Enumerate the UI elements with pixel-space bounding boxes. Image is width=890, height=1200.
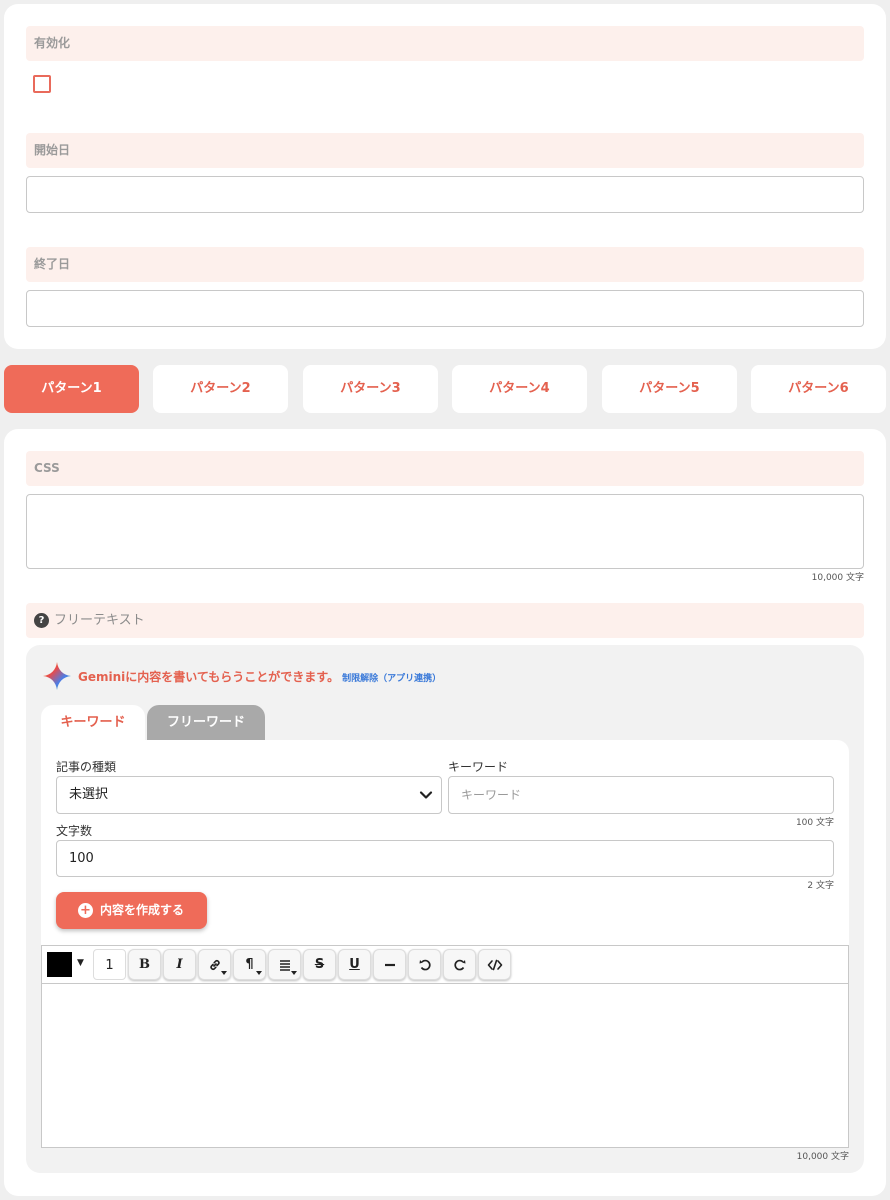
- end-date-input[interactable]: [26, 290, 864, 327]
- link-icon[interactable]: [198, 949, 231, 980]
- gemini-panel: Geminiに内容を書いてもらうことができます。 制限解除（アプリ連携） キーワー…: [26, 645, 864, 1173]
- horizontal-rule-icon[interactable]: [373, 949, 406, 980]
- code-icon[interactable]: [478, 949, 511, 980]
- text-color-swatch[interactable]: [47, 952, 72, 977]
- paragraph-icon[interactable]: ¶: [233, 949, 266, 980]
- underline-icon[interactable]: U: [338, 949, 371, 980]
- keyword-generator-form: 記事の種類 未選択 キーワード キーワード 100 文字 文字数 100 2 文…: [41, 740, 849, 945]
- gemini-message: Geminiに内容を書いてもらうことができます。 制限解除（アプリ連携）: [78, 668, 441, 685]
- tab-pattern-2[interactable]: パターン2: [153, 365, 288, 413]
- tab-pattern-3[interactable]: パターン3: [303, 365, 438, 413]
- create-content-button[interactable]: + 内容を作成する: [56, 892, 207, 929]
- start-date-input[interactable]: [26, 176, 864, 213]
- unlock-limit-link[interactable]: 制限解除（アプリ連携）: [342, 674, 441, 684]
- free-text-label: ? フリーテキスト: [26, 603, 864, 638]
- bold-icon[interactable]: B: [128, 949, 161, 980]
- tab-pattern-4[interactable]: パターン4: [452, 365, 587, 413]
- css-textarea[interactable]: [26, 494, 864, 569]
- strikethrough-icon[interactable]: S: [303, 949, 336, 980]
- css-label: CSS: [26, 451, 864, 486]
- end-date-label: 終了日: [26, 247, 864, 282]
- start-date-label: 開始日: [26, 133, 864, 168]
- italic-icon[interactable]: I: [163, 949, 196, 980]
- tab-pattern-1[interactable]: パターン1: [4, 365, 139, 413]
- rich-text-editor[interactable]: [41, 983, 849, 1148]
- tab-pattern-6[interactable]: パターン6: [751, 365, 886, 413]
- create-content-label: 内容を作成する: [100, 903, 185, 917]
- article-type-value: 未選択: [69, 787, 109, 802]
- char-count-label: 文字数: [56, 824, 93, 838]
- article-type-select[interactable]: 未選択: [56, 776, 442, 814]
- color-dropdown-icon[interactable]: ▼: [77, 958, 84, 968]
- editor-toolbar: ▼ 1 B I ¶ S U: [41, 945, 849, 984]
- free-text-label-text: フリーテキスト: [54, 613, 145, 628]
- tab-freeword[interactable]: フリーワード: [147, 705, 265, 740]
- char-count-counter: 2 文字: [807, 881, 834, 891]
- undo-icon[interactable]: [408, 949, 441, 980]
- font-size-input[interactable]: 1: [93, 949, 126, 980]
- redo-icon[interactable]: [443, 949, 476, 980]
- css-char-counter: 10,000 文字: [811, 573, 864, 583]
- article-type-label: 記事の種類: [56, 760, 117, 774]
- plus-circle-icon: +: [78, 903, 93, 918]
- editor-char-counter: 10,000 文字: [796, 1152, 849, 1162]
- enabled-label: 有効化: [26, 26, 864, 61]
- pattern-content-card: CSS 10,000 文字 ? フリーテキスト Geminiに内容を書いてもらう…: [4, 429, 886, 1196]
- keyword-input[interactable]: キーワード: [448, 776, 834, 814]
- keyword-label: キーワード: [448, 760, 509, 774]
- settings-card: 有効化 開始日 終了日: [4, 4, 886, 349]
- tab-keyword[interactable]: キーワード: [41, 705, 145, 740]
- char-count-input[interactable]: 100: [56, 840, 834, 877]
- keyword-char-counter: 100 文字: [795, 818, 834, 828]
- gemini-message-text: Geminiに内容を書いてもらうことができます。: [78, 670, 340, 684]
- gemini-star-icon: [43, 662, 71, 690]
- tab-pattern-5[interactable]: パターン5: [602, 365, 737, 413]
- enabled-checkbox[interactable]: [33, 75, 51, 93]
- question-circle-icon[interactable]: ?: [34, 613, 49, 628]
- chevron-down-icon: [419, 791, 433, 799]
- align-icon[interactable]: [268, 949, 301, 980]
